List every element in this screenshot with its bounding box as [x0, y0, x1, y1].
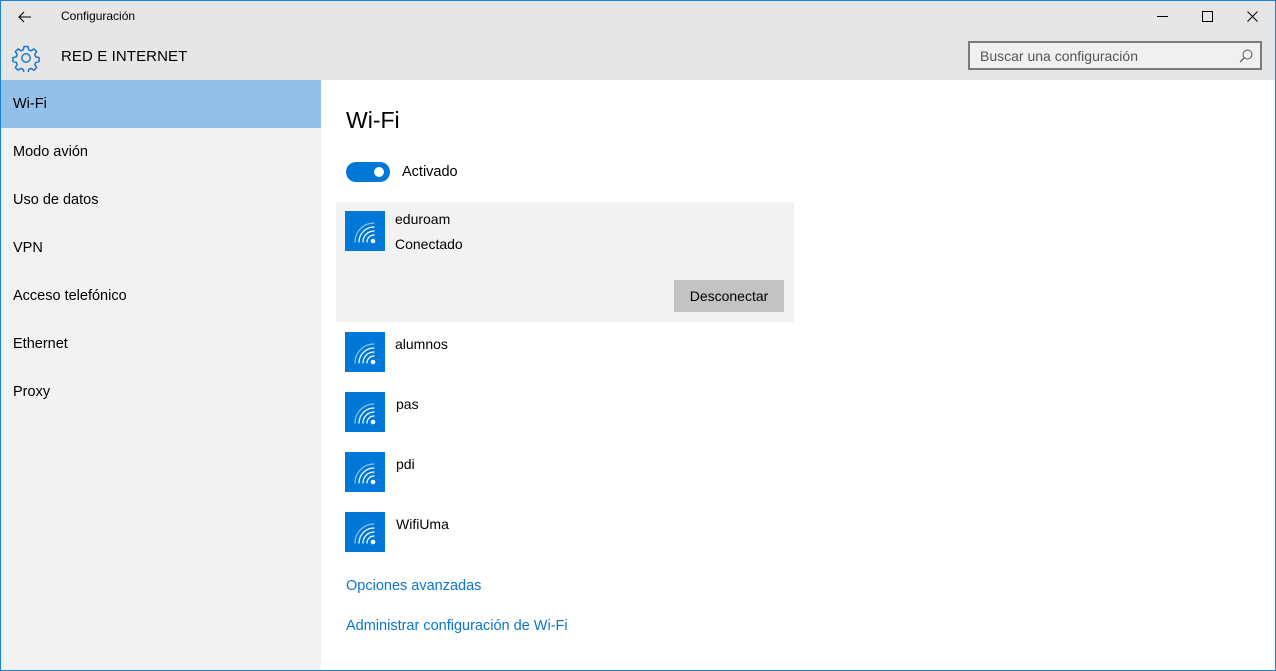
sidebar-item-airplane-mode[interactable]: Modo avión — [1, 128, 321, 176]
search-icon[interactable] — [1238, 48, 1254, 64]
manage-wifi-settings-link[interactable]: Administrar configuración de Wi-Fi — [346, 618, 568, 634]
arrow-left-icon — [18, 11, 31, 23]
maximize-button[interactable] — [1184, 1, 1230, 32]
wifi-icon — [345, 392, 385, 432]
sidebar-item-label: Wi-Fi — [13, 96, 47, 112]
sidebar-item-vpn[interactable]: VPN — [1, 224, 321, 272]
network-name: alumnos — [395, 336, 448, 352]
wifi-icon — [345, 211, 385, 251]
settings-window: Configuración RED E INTERNET Wi-Fi M — [0, 0, 1276, 671]
back-button[interactable] — [11, 5, 39, 29]
network-name: WifiUma — [396, 516, 449, 532]
close-button[interactable] — [1229, 1, 1275, 32]
search-box[interactable] — [968, 41, 1262, 70]
sidebar-item-label: Ethernet — [13, 336, 68, 352]
wifi-icon — [345, 332, 385, 372]
network-status: Conectado — [395, 236, 463, 252]
sidebar-item-label: Proxy — [13, 384, 51, 400]
sidebar-item-dial-up[interactable]: Acceso telefónico — [1, 272, 321, 320]
network-item[interactable]: pas — [336, 382, 794, 442]
sidebar-item-label: Modo avión — [13, 144, 88, 160]
network-name: pdi — [396, 456, 415, 472]
section-title: RED E INTERNET — [61, 48, 188, 65]
title-bar: Configuración RED E INTERNET — [1, 1, 1275, 80]
maximize-icon — [1201, 11, 1213, 22]
network-item[interactable]: alumnos — [336, 322, 794, 382]
app-title: Configuración — [61, 9, 136, 23]
network-item[interactable]: pdi — [336, 442, 794, 502]
sidebar-item-ethernet[interactable]: Ethernet — [1, 320, 321, 368]
network-item-connected[interactable]: eduroam Conectado Desconectar — [336, 202, 794, 322]
network-item[interactable]: WifiUma — [336, 502, 794, 562]
sidebar-nav: Wi-Fi Modo avión Uso de datos VPN Acceso… — [1, 80, 321, 670]
sidebar-item-data-usage[interactable]: Uso de datos — [1, 176, 321, 224]
page-title: Wi-Fi — [346, 107, 400, 133]
main-content: Wi-Fi Activado eduroam Conectado Descone… — [321, 80, 1275, 670]
network-name: pas — [396, 396, 419, 412]
search-input[interactable] — [970, 43, 1240, 68]
toggle-knob — [374, 167, 384, 177]
advanced-options-link[interactable]: Opciones avanzadas — [346, 578, 481, 594]
sidebar-item-wifi[interactable]: Wi-Fi — [1, 80, 321, 128]
sidebar-item-label: Uso de datos — [13, 192, 99, 208]
sidebar-item-label: Acceso telefónico — [13, 288, 127, 304]
minimize-button[interactable] — [1139, 1, 1185, 32]
wifi-icon — [345, 452, 385, 492]
sidebar-item-label: VPN — [13, 240, 43, 256]
toggle-label: Activado — [402, 164, 458, 180]
wifi-toggle[interactable] — [346, 162, 390, 182]
gear-icon — [12, 45, 40, 72]
sidebar-item-proxy[interactable]: Proxy — [1, 368, 321, 416]
network-name: eduroam — [395, 211, 451, 227]
minimize-icon — [1156, 16, 1168, 17]
disconnect-button[interactable]: Desconectar — [674, 280, 784, 312]
wifi-icon — [345, 512, 385, 552]
close-icon — [1246, 11, 1258, 22]
